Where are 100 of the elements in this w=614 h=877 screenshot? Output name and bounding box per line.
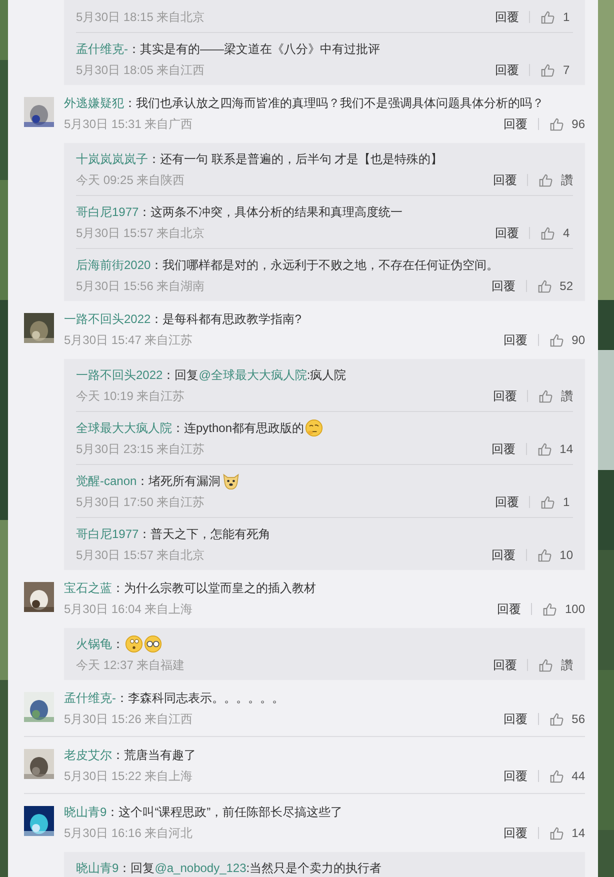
comment-meta: 5月30日 15:57 来自北京 [76, 225, 205, 242]
reply-link[interactable]: 回覆 [504, 822, 528, 844]
emoji-icon [222, 472, 240, 490]
comment-meta: 5月30日 18:05 来自江西 [76, 62, 205, 79]
comment-text: ：这两条不冲突，具体分析的结果和真理高度统一 [138, 204, 403, 221]
like-count: 96 [572, 116, 585, 133]
user-name[interactable]: 火锅龟 [76, 634, 112, 654]
user-name[interactable]: 晓山青9 [76, 858, 119, 877]
thumbs-up-icon[interactable] [540, 494, 555, 510]
thumbs-up-icon[interactable] [538, 172, 553, 188]
thumbs-up-icon[interactable] [548, 332, 564, 348]
comment-meta: 5月30日 16:16 来自河北 [64, 825, 193, 842]
reply-link[interactable]: 回覆 [504, 113, 528, 135]
user-name[interactable]: 宝石之蓝 [64, 578, 112, 598]
like-count: 讚 [561, 388, 573, 405]
comment-text: ：其实是有的——梁文道在《八分》中有过批评 [128, 41, 380, 58]
reply-link[interactable]: 回覆 [493, 169, 517, 191]
user-name[interactable]: 哥白尼1977 [76, 202, 139, 222]
comment-text: ：回复 [162, 367, 199, 384]
user-name[interactable]: 孟什维克- [64, 688, 116, 708]
comment-text: ：是每科都有思政教学指南? [150, 311, 302, 328]
comment-text: ：回复 [118, 860, 155, 877]
like-count: 52 [560, 278, 573, 295]
comment-text: ：这个叫“课程思政”，前任陈部长尽搞这些了 [106, 804, 343, 821]
like-count: 讚 [561, 657, 573, 674]
like-count: 7 [563, 62, 571, 79]
reply-link[interactable]: 回覆 [504, 765, 528, 787]
like-count: 1 [563, 494, 571, 511]
thumbs-up-icon[interactable] [542, 602, 557, 616]
thumbs-up-icon[interactable] [536, 442, 552, 456]
user-name[interactable]: 孟什维克- [76, 39, 128, 59]
reply-link[interactable]: 回覆 [492, 438, 516, 460]
reply-link[interactable]: 回覆 [496, 598, 521, 620]
comment-text: ：普天之下，怎能有死角 [138, 526, 271, 543]
comment-text: ：还有一句 联系是普遍的，后半句 才是【也是特殊的】 [148, 151, 443, 168]
mention-link[interactable]: @a_nobody_123 [154, 858, 246, 877]
like-count: 10 [560, 547, 573, 564]
emoji-icon [125, 635, 143, 653]
comment-meta: 5月30日 15:47 来自江苏 [64, 332, 193, 349]
user-name[interactable]: 觉醒-canon [76, 471, 137, 491]
comment-meta: 5月30日 18:15 来自北京 [76, 9, 205, 26]
like-count: 讚 [561, 172, 573, 189]
comment-meta: 今天 09:25 来自陕西 [76, 172, 185, 189]
user-name[interactable]: 全球最大大疯人院 [76, 418, 172, 438]
reply-link[interactable]: 回覆 [492, 544, 516, 566]
like-count: 1 [563, 9, 571, 26]
like-count: 56 [572, 711, 585, 728]
like-count: 4 [563, 225, 571, 242]
thumbs-up-icon[interactable] [538, 388, 553, 404]
comment-meta: 今天 10:19 来自江苏 [76, 388, 185, 405]
comment-text: ：我们哪样都是对的，永远利于不败之地，不存在任何证伪空间。 [150, 257, 499, 274]
reply-link[interactable]: 回覆 [495, 6, 519, 28]
reply-link[interactable]: 回覆 [495, 59, 519, 81]
user-name[interactable]: 后海前街2020 [76, 255, 151, 275]
reply-link[interactable]: 回覆 [493, 654, 517, 676]
comment-meta: 5月30日 15:56 来自湖南 [76, 278, 205, 295]
reply-link[interactable]: 回覆 [492, 275, 516, 297]
thumbs-up-icon[interactable] [548, 768, 564, 784]
user-name[interactable]: 晓山青9 [64, 802, 107, 822]
comment-text: :当然只是个卖力的执行者 [246, 860, 382, 877]
comment-text: ：连python都有思政版的 [172, 420, 304, 437]
comment-text: :疯人院 [306, 367, 346, 384]
user-name[interactable]: 老皮艾尔 [64, 745, 112, 765]
user-name[interactable]: 一路不回头2022 [64, 309, 151, 329]
thumbs-up-icon[interactable] [536, 278, 552, 294]
comment-meta: 5月30日 16:04 来自上海 [64, 601, 193, 618]
thumbs-up-icon[interactable] [540, 226, 555, 240]
thumbs-up-icon[interactable] [540, 10, 555, 24]
like-count: 100 [564, 601, 585, 618]
emoji-icon [144, 635, 162, 653]
comment-text: ：李森科同志表示。。。。。。 [116, 690, 284, 707]
comment-text: ： [112, 636, 124, 653]
thumbs-up-icon[interactable] [548, 712, 564, 726]
user-name[interactable]: 一路不回头2022 [76, 365, 163, 385]
thumbs-up-icon[interactable] [540, 62, 555, 78]
emoji-icon [305, 419, 324, 437]
comment-text: ：堵死所有漏洞 [136, 473, 221, 490]
reply-link[interactable]: 回覆 [504, 708, 528, 730]
comment-text: ：我们也承认放之四海而皆准的真理吗？我们不是强调具体问题具体分析的吗？ [124, 95, 544, 112]
comment-meta: 5月30日 17:50 来自江苏 [76, 494, 205, 511]
thumbs-up-icon[interactable] [536, 548, 552, 562]
user-name[interactable]: 哥白尼1977 [76, 524, 139, 544]
thumbs-up-icon[interactable] [548, 826, 564, 840]
thumbs-up-icon[interactable] [538, 658, 553, 672]
mention-link[interactable]: @全球最大大疯人院 [198, 365, 307, 385]
comment-text: ：荒唐当有趣了 [112, 747, 196, 764]
like-count: 44 [572, 768, 585, 785]
comment-text: ：为什么宗教可以堂而皇之的插入教材 [112, 580, 316, 597]
reply-link[interactable]: 回覆 [504, 329, 528, 351]
reply-link[interactable]: 回覆 [493, 385, 517, 407]
user-name[interactable]: 外逃嫌疑犯 [64, 93, 124, 113]
like-count: 90 [572, 332, 585, 349]
comment-meta: 5月30日 15:26 来自江西 [64, 711, 193, 728]
reply-link[interactable]: 回覆 [495, 222, 519, 244]
thumbs-up-icon[interactable] [548, 116, 564, 132]
comment-meta: 5月30日 23:15 来自江苏 [76, 441, 205, 458]
comment-meta: 5月30日 15:57 来自北京 [76, 547, 205, 564]
comment-meta: 5月30日 15:22 来自上海 [64, 768, 193, 785]
reply-link[interactable]: 回覆 [495, 491, 519, 513]
user-name[interactable]: 十岚岚岚岚子 [76, 149, 148, 169]
